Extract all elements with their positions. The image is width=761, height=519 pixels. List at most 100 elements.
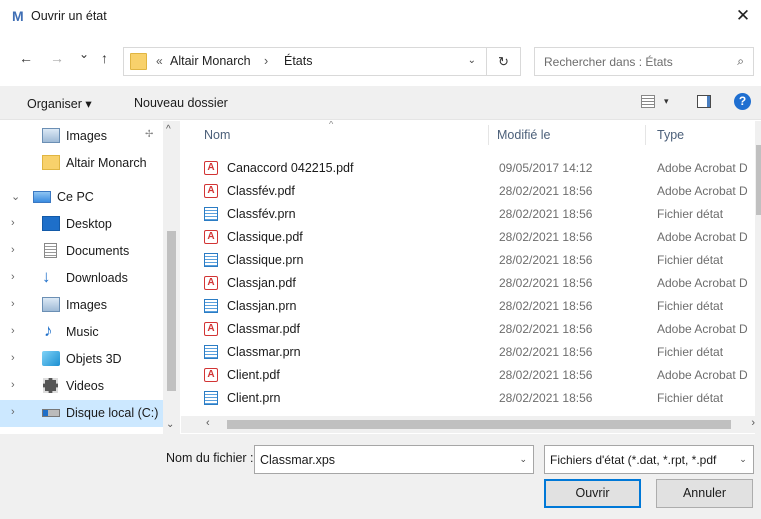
column-divider[interactable] [645, 125, 646, 145]
breadcrumb-altair-monarch[interactable]: Altair Monarch [170, 54, 251, 68]
column-divider[interactable] [488, 125, 489, 145]
file-row[interactable]: Classjan.prn 28/02/2021 18:56 Fichier dé… [191, 295, 761, 318]
file-row[interactable]: A Canaccord 042215.pdf 09/05/2017 14:12 … [191, 157, 761, 180]
title-bar: M Ouvrir un état ✕ [0, 0, 761, 32]
back-arrow-icon[interactable]: ← [19, 50, 33, 66]
file-type: Adobe Acrobat D [657, 230, 748, 244]
file-row[interactable]: A Classjan.pdf 28/02/2021 18:56 Adobe Ac… [191, 272, 761, 295]
expand-chevron-icon[interactable]: › [11, 352, 15, 364]
file-modified: 28/02/2021 18:56 [499, 368, 593, 382]
command-toolbar: Organiser ▾ Nouveau dossier ▾ ? [0, 86, 761, 120]
expand-chevron-icon[interactable]: › [11, 298, 15, 310]
nav-pane-scrollbar[interactable]: ^ ⌄ [163, 121, 180, 434]
nav-item-images-quick[interactable]: Images ✢ [0, 123, 170, 150]
new-folder-button[interactable]: Nouveau dossier [134, 96, 228, 110]
file-row[interactable]: Client.prn 28/02/2021 18:56 Fichier déta… [191, 387, 761, 410]
organise-menu[interactable]: Organiser ▾ [27, 96, 92, 111]
file-modified: 28/02/2021 18:56 [499, 391, 593, 405]
nav-item-downloads[interactable]: › ↓ Downloads [0, 265, 170, 292]
up-arrow-icon[interactable]: ↑ [101, 50, 108, 66]
documents-icon [44, 243, 57, 258]
forward-arrow-icon[interactable]: → [50, 50, 64, 66]
file-type: Adobe Acrobat D [657, 161, 748, 175]
nav-item-disque-local[interactable]: › Disque local (C:) [0, 400, 170, 427]
file-row[interactable]: Classfév.prn 28/02/2021 18:56 Fichier dé… [191, 203, 761, 226]
address-dropdown-icon[interactable]: ⌄ [468, 55, 476, 66]
file-modified: 28/02/2021 18:56 [499, 299, 593, 313]
path-overflow-icon[interactable]: « [156, 54, 163, 68]
nav-item-label: Documents [66, 244, 130, 258]
open-button[interactable]: Ouvrir [544, 479, 641, 508]
pin-icon: ✢ [145, 129, 154, 140]
filetype-dropdown-icon[interactable]: ⌄ [733, 446, 753, 473]
file-list: Nom ^ Modifié le Type A Canaccord 042215… [191, 121, 761, 434]
expand-chevron-icon[interactable]: › [11, 406, 15, 418]
preview-pane-icon[interactable] [697, 95, 711, 108]
monarch-app-icon: M [12, 8, 24, 24]
view-options-icon[interactable] [641, 95, 655, 108]
nav-item-objets-3d[interactable]: › Objets 3D [0, 346, 170, 373]
expand-chevron-icon[interactable]: › [11, 379, 15, 391]
cancel-button[interactable]: Annuler [656, 479, 753, 508]
folder-icon [130, 53, 147, 70]
nav-item-images[interactable]: › Images [0, 292, 170, 319]
file-type: Fichier détat [657, 299, 724, 313]
nav-item-videos[interactable]: › Videos [0, 373, 170, 400]
filename-label: Nom du fichier : [166, 451, 254, 465]
report-file-icon [204, 391, 218, 405]
nav-item-altair-monarch[interactable]: Altair Monarch [0, 150, 170, 177]
expand-chevron-icon[interactable]: › [11, 217, 15, 229]
filename-dropdown-icon[interactable]: ⌄ [519, 454, 527, 465]
filename-value: Classmar.xps [260, 453, 336, 467]
column-header-name[interactable]: Nom [204, 121, 230, 146]
file-name: Client.prn [227, 391, 281, 405]
recent-locations-chevron-icon[interactable]: ⌄ [79, 47, 89, 61]
navigation-pane: Images ✢ Altair Monarch ⌄ Ce PC › Deskto… [0, 121, 181, 434]
filename-input[interactable]: Classmar.xps ⌄ [254, 445, 534, 474]
search-box[interactable]: Rechercher dans : États ⌕ [534, 47, 754, 76]
nav-item-label: Objets 3D [66, 352, 122, 366]
close-button[interactable]: ✕ [731, 4, 755, 28]
file-row[interactable]: A Classfév.pdf 28/02/2021 18:56 Adobe Ac… [191, 180, 761, 203]
nav-item-label: Altair Monarch [66, 156, 147, 170]
drive-icon [42, 409, 60, 417]
scroll-down-icon[interactable]: ⌄ [166, 419, 174, 430]
nav-item-music[interactable]: › ♪ Music [0, 319, 170, 346]
expand-chevron-icon[interactable]: › [11, 244, 15, 256]
expand-chevron-icon[interactable]: › [11, 325, 15, 337]
expand-chevron-icon[interactable]: ⌄ [11, 190, 20, 203]
file-type: Adobe Acrobat D [657, 276, 748, 290]
address-bar[interactable]: « Altair Monarch › États ⌄ [123, 47, 487, 76]
search-icon[interactable]: ⌕ [737, 54, 744, 69]
file-row[interactable]: Classmar.prn 28/02/2021 18:56 Fichier dé… [191, 341, 761, 364]
scroll-right-icon[interactable]: › [751, 417, 755, 429]
file-row[interactable]: Classique.prn 28/02/2021 18:56 Fichier d… [191, 249, 761, 272]
nav-item-desktop[interactable]: › Desktop [0, 211, 170, 238]
pdf-file-icon: A [204, 184, 218, 198]
scroll-thumb[interactable] [227, 420, 731, 429]
report-file-icon [204, 345, 218, 359]
file-row[interactable]: A Classique.pdf 28/02/2021 18:56 Adobe A… [191, 226, 761, 249]
film-strip-icon [43, 378, 58, 393]
breadcrumb-etats[interactable]: États [284, 54, 313, 68]
scroll-thumb[interactable] [167, 231, 176, 391]
help-icon[interactable]: ? [734, 93, 751, 110]
refresh-button[interactable]: ↻ [487, 47, 521, 76]
nav-item-label: Images [66, 298, 107, 312]
scroll-up-icon[interactable]: ^ [166, 124, 171, 135]
file-row[interactable]: A Client.pdf 28/02/2021 18:56 Adobe Acro… [191, 364, 761, 387]
scroll-left-icon[interactable]: ‹ [206, 417, 210, 429]
scroll-thumb[interactable] [756, 145, 761, 215]
file-name: Classmar.prn [227, 345, 301, 359]
file-row[interactable]: A Classmar.pdf 28/02/2021 18:56 Adobe Ac… [191, 318, 761, 341]
view-dropdown-icon[interactable]: ▾ [664, 96, 669, 107]
nav-item-ce-pc[interactable]: ⌄ Ce PC [0, 184, 170, 211]
pdf-file-icon: A [204, 368, 218, 382]
nav-item-documents[interactable]: › Documents [0, 238, 170, 265]
horizontal-scrollbar[interactable]: ‹ › [181, 416, 761, 433]
file-list-scrollbar[interactable] [755, 121, 761, 434]
column-header-modified[interactable]: Modifié le [497, 121, 551, 146]
column-header-type[interactable]: Type [657, 121, 684, 146]
filetype-select[interactable]: Fichiers d'état (*.dat, *.rpt, *.pdf ⌄ [544, 445, 754, 474]
expand-chevron-icon[interactable]: › [11, 271, 15, 283]
